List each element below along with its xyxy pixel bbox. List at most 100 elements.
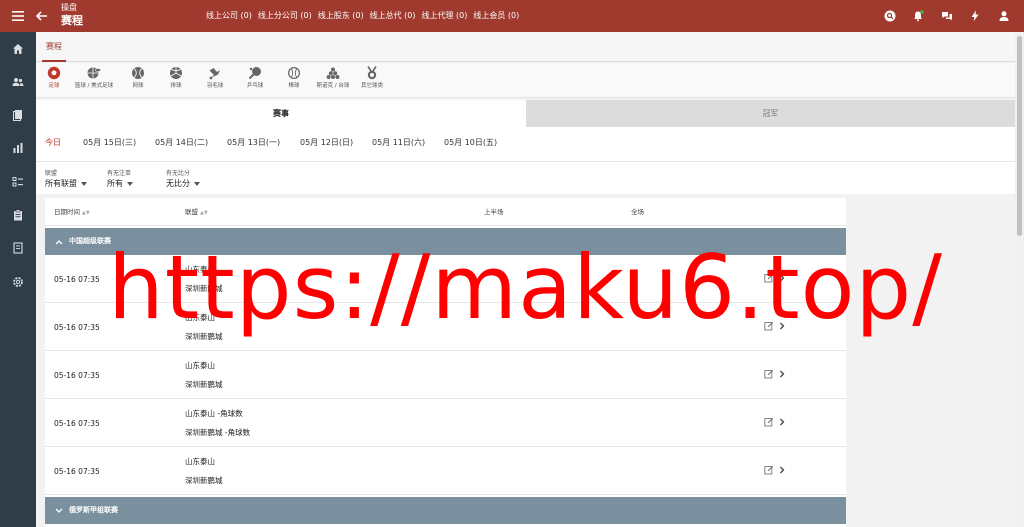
table-row[interactable]: 05-16 07:35 山东泰山 -角球数 深圳新鹏城 -角球数 (45, 400, 846, 447)
score-filter[interactable]: 有无比分 无比分 (166, 170, 200, 189)
table-row[interactable]: 05-16 07:35 山东泰山 深圳新鹏城 (45, 352, 846, 399)
stat-branch[interactable]: 线上分公司 (0) (258, 10, 312, 22)
bell-icon[interactable] (910, 8, 926, 24)
edit-icon[interactable] (764, 417, 774, 427)
edit-icon[interactable] (764, 369, 774, 379)
edit-icon[interactable] (764, 465, 774, 475)
date-tab[interactable]: 05月 15日(三) (83, 127, 136, 159)
stat-general-agent[interactable]: 线上总代 (0) (370, 10, 416, 22)
league-name: 俄罗斯甲组联赛 (69, 506, 118, 514)
league-group-header[interactable]: 俄罗斯甲组联赛 (45, 497, 846, 524)
tennis-icon (132, 67, 144, 79)
bet-filter[interactable]: 有无注单 所有 (107, 170, 133, 189)
list-icon[interactable] (0, 171, 36, 193)
sport-label: 棒球 (288, 83, 300, 89)
sport-label: 其它球类 (360, 83, 383, 89)
page-tabs: 赛程 (36, 32, 1015, 62)
home-team: 山东泰山 (185, 361, 215, 370)
sport-label: 篮球 / 美式足球 (74, 83, 114, 89)
chat-icon[interactable] (939, 8, 955, 24)
filter-label: 联盟 (45, 170, 58, 177)
date-tab[interactable]: 05月 11日(六) (372, 127, 425, 159)
stat-agent[interactable]: 线上代理 (0) (422, 10, 468, 22)
back-arrow-icon[interactable] (30, 0, 54, 32)
event-type-tabs: 赛事 冠军 (36, 100, 1015, 127)
menu-icon[interactable] (6, 0, 30, 32)
stat-shareholder[interactable]: 线上股东 (0) (318, 10, 364, 22)
bar-chart-icon[interactable] (0, 137, 36, 159)
tab-schedule[interactable]: 赛程 (42, 38, 66, 62)
match-time: 05-16 07:35 (54, 467, 100, 476)
filter-bar: 联盟 所有联盟 有无注单 所有 有无比分 无比分 (36, 162, 1015, 194)
col-league[interactable]: 联盟 ▲▼ (185, 198, 208, 227)
home-team: 山东泰山 -角球数 (185, 409, 243, 418)
sport-baseball[interactable]: 棒球 (272, 66, 316, 90)
date-tabs: 今日 05月 15日(三) 05月 14日(二) 05月 13日(一) 05月 … (36, 127, 1015, 162)
settings-icon[interactable] (0, 271, 36, 293)
col-datetime[interactable]: 日期时间 ▲▼ (54, 198, 90, 227)
date-today[interactable]: 今日 (45, 127, 61, 159)
scrollbar[interactable] (1015, 32, 1024, 527)
stat-member[interactable]: 线上会员 (0) (473, 10, 519, 22)
sort-icon: ▲▼ (82, 210, 90, 216)
sport-pingpong[interactable]: 乒乓球 (233, 66, 277, 90)
league-filter[interactable]: 联盟 所有联盟 (45, 170, 87, 189)
sport-volleyball[interactable]: 排球 (154, 66, 198, 90)
table-row[interactable]: 05-16 07:35 山东泰山 深圳新鹏城 (45, 448, 846, 495)
chevron-right-icon[interactable] (778, 417, 786, 427)
basketball-icon (87, 67, 101, 79)
sport-selector: 足球 篮球 / 美式足球 网球 排球 羽毛球 乒乓球 棒球 斯诺克 / 台球 其… (36, 63, 1015, 98)
search-icon[interactable] (882, 8, 898, 24)
medal-icon (367, 66, 377, 80)
home-icon[interactable] (0, 38, 36, 60)
sport-other[interactable]: 其它球类 (350, 66, 394, 90)
filter-label: 有无比分 (166, 170, 191, 177)
filter-value: 所有 (107, 179, 123, 188)
clipboard-icon[interactable] (0, 204, 36, 226)
date-tab[interactable]: 05月 12日(日) (300, 127, 353, 159)
date-tab[interactable]: 05月 13日(一) (227, 127, 280, 159)
match-time: 05-16 07:35 (54, 371, 100, 380)
sport-label: 排球 (170, 83, 182, 89)
stat-company[interactable]: 线上公司 (0) (206, 10, 252, 22)
user-icon[interactable] (996, 8, 1012, 24)
users-icon[interactable] (0, 71, 36, 93)
sport-snooker[interactable]: 斯诺克 / 台球 (311, 66, 355, 90)
report-icon[interactable] (0, 237, 36, 259)
pingpong-icon (248, 67, 261, 80)
sport-label: 足球 (48, 83, 60, 89)
filter-label: 有无注单 (107, 170, 132, 177)
caret-down-icon (127, 181, 133, 186)
bolt-icon[interactable] (967, 8, 983, 24)
caret-down-icon (81, 181, 87, 186)
table-header: 日期时间 ▲▼ 联盟 ▲▼ 上半场 全场 (45, 198, 846, 226)
chevron-right-icon[interactable] (778, 369, 786, 379)
chevron-right-icon[interactable] (778, 465, 786, 475)
book-icon[interactable] (0, 104, 36, 126)
away-team: 深圳新鹏城 (185, 380, 223, 389)
sport-label: 羽毛球 (206, 83, 224, 89)
sidebar (0, 32, 36, 527)
scrollbar-thumb[interactable] (1017, 36, 1022, 236)
breadcrumb: 操盘 (61, 3, 77, 12)
date-tab[interactable]: 05月 14日(二) (155, 127, 208, 159)
sport-soccer[interactable]: 足球 (32, 66, 76, 90)
tab-events[interactable]: 赛事 (36, 100, 526, 127)
away-team: 深圳新鹏城 (185, 476, 223, 485)
sort-icon: ▲▼ (200, 210, 208, 216)
tab-champion[interactable]: 冠军 (526, 100, 1015, 127)
page-title: 赛程 (61, 14, 83, 27)
sport-basketball[interactable]: 篮球 / 美式足球 (72, 66, 116, 90)
sport-label: 乒乓球 (246, 83, 264, 89)
chevron-up-icon (55, 228, 63, 255)
sport-badminton[interactable]: 羽毛球 (193, 66, 237, 90)
away-team: 深圳新鹏城 -角球数 (185, 428, 251, 437)
caret-down-icon (194, 181, 200, 186)
col-first-half: 上半场 (484, 208, 504, 216)
date-tab[interactable]: 05月 10日(五) (444, 127, 497, 159)
volleyball-icon (170, 67, 182, 79)
soccer-icon (47, 66, 61, 80)
match-time: 05-16 07:35 (54, 323, 100, 332)
top-bar: 操盘 赛程 线上公司 (0) 线上分公司 (0) 线上股东 (0) 线上总代 (… (0, 0, 1024, 32)
online-stats: 线上公司 (0) 线上分公司 (0) 线上股东 (0) 线上总代 (0) 线上代… (206, 10, 525, 22)
